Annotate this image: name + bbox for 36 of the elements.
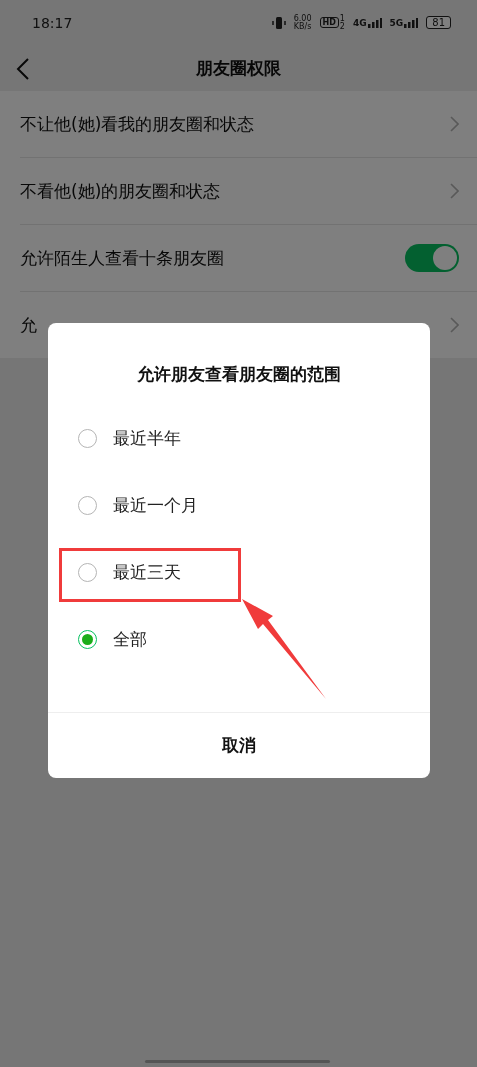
back-icon[interactable] — [16, 58, 30, 80]
hd-badge: HD — [319, 17, 339, 28]
radio-option[interactable]: 最近一个月 — [48, 472, 430, 539]
speed-unit: KB/s — [293, 22, 312, 31]
chevron-right-icon — [450, 116, 459, 132]
sim-number: 1 — [339, 14, 345, 23]
cancel-button[interactable]: 取消 — [48, 712, 430, 778]
radio-option[interactable]: 全部 — [48, 606, 430, 673]
row-label: 不看他(她)的朋友圈和状态 — [20, 179, 222, 203]
sim-number: 2 — [339, 22, 345, 31]
row-label: 不让他(她)看我的朋友圈和状态 — [20, 112, 256, 136]
option-label: 最近三天 — [113, 561, 181, 584]
chevron-right-icon — [450, 183, 459, 199]
settings-row[interactable]: 允许陌生人查看十条朋友圈 — [20, 225, 477, 292]
settings-row[interactable]: 不让他(她)看我的朋友圈和状态 — [20, 91, 477, 158]
row-label: 允 — [20, 313, 38, 337]
dialog-title: 允许朋友查看朋友圈的范围 — [136, 363, 342, 386]
option-label: 最近半年 — [113, 427, 181, 450]
settings-row[interactable]: 允 — [20, 292, 477, 358]
signal-icon — [367, 17, 382, 28]
status-time: 18:17 — [32, 14, 74, 31]
settings-row[interactable]: 不看他(她)的朋友圈和状态 — [20, 158, 477, 225]
radio-option[interactable]: 最近半年 — [48, 405, 430, 472]
page-title: 朋友圈权限 — [196, 56, 281, 80]
option-label: 全部 — [113, 628, 147, 651]
radio-option[interactable]: 最近三天 — [48, 539, 430, 606]
battery-level: 81 — [426, 16, 451, 29]
network-type: 4G — [352, 17, 367, 28]
row-label: 允许陌生人查看十条朋友圈 — [20, 246, 225, 270]
signal-icon — [404, 17, 419, 28]
network-speed: 6.00 — [293, 14, 312, 23]
network-type: 5G — [389, 17, 404, 28]
option-label: 最近一个月 — [113, 494, 198, 517]
vibrate-icon — [271, 15, 286, 30]
chevron-right-icon — [450, 317, 459, 333]
toggle-switch[interactable] — [405, 244, 459, 272]
